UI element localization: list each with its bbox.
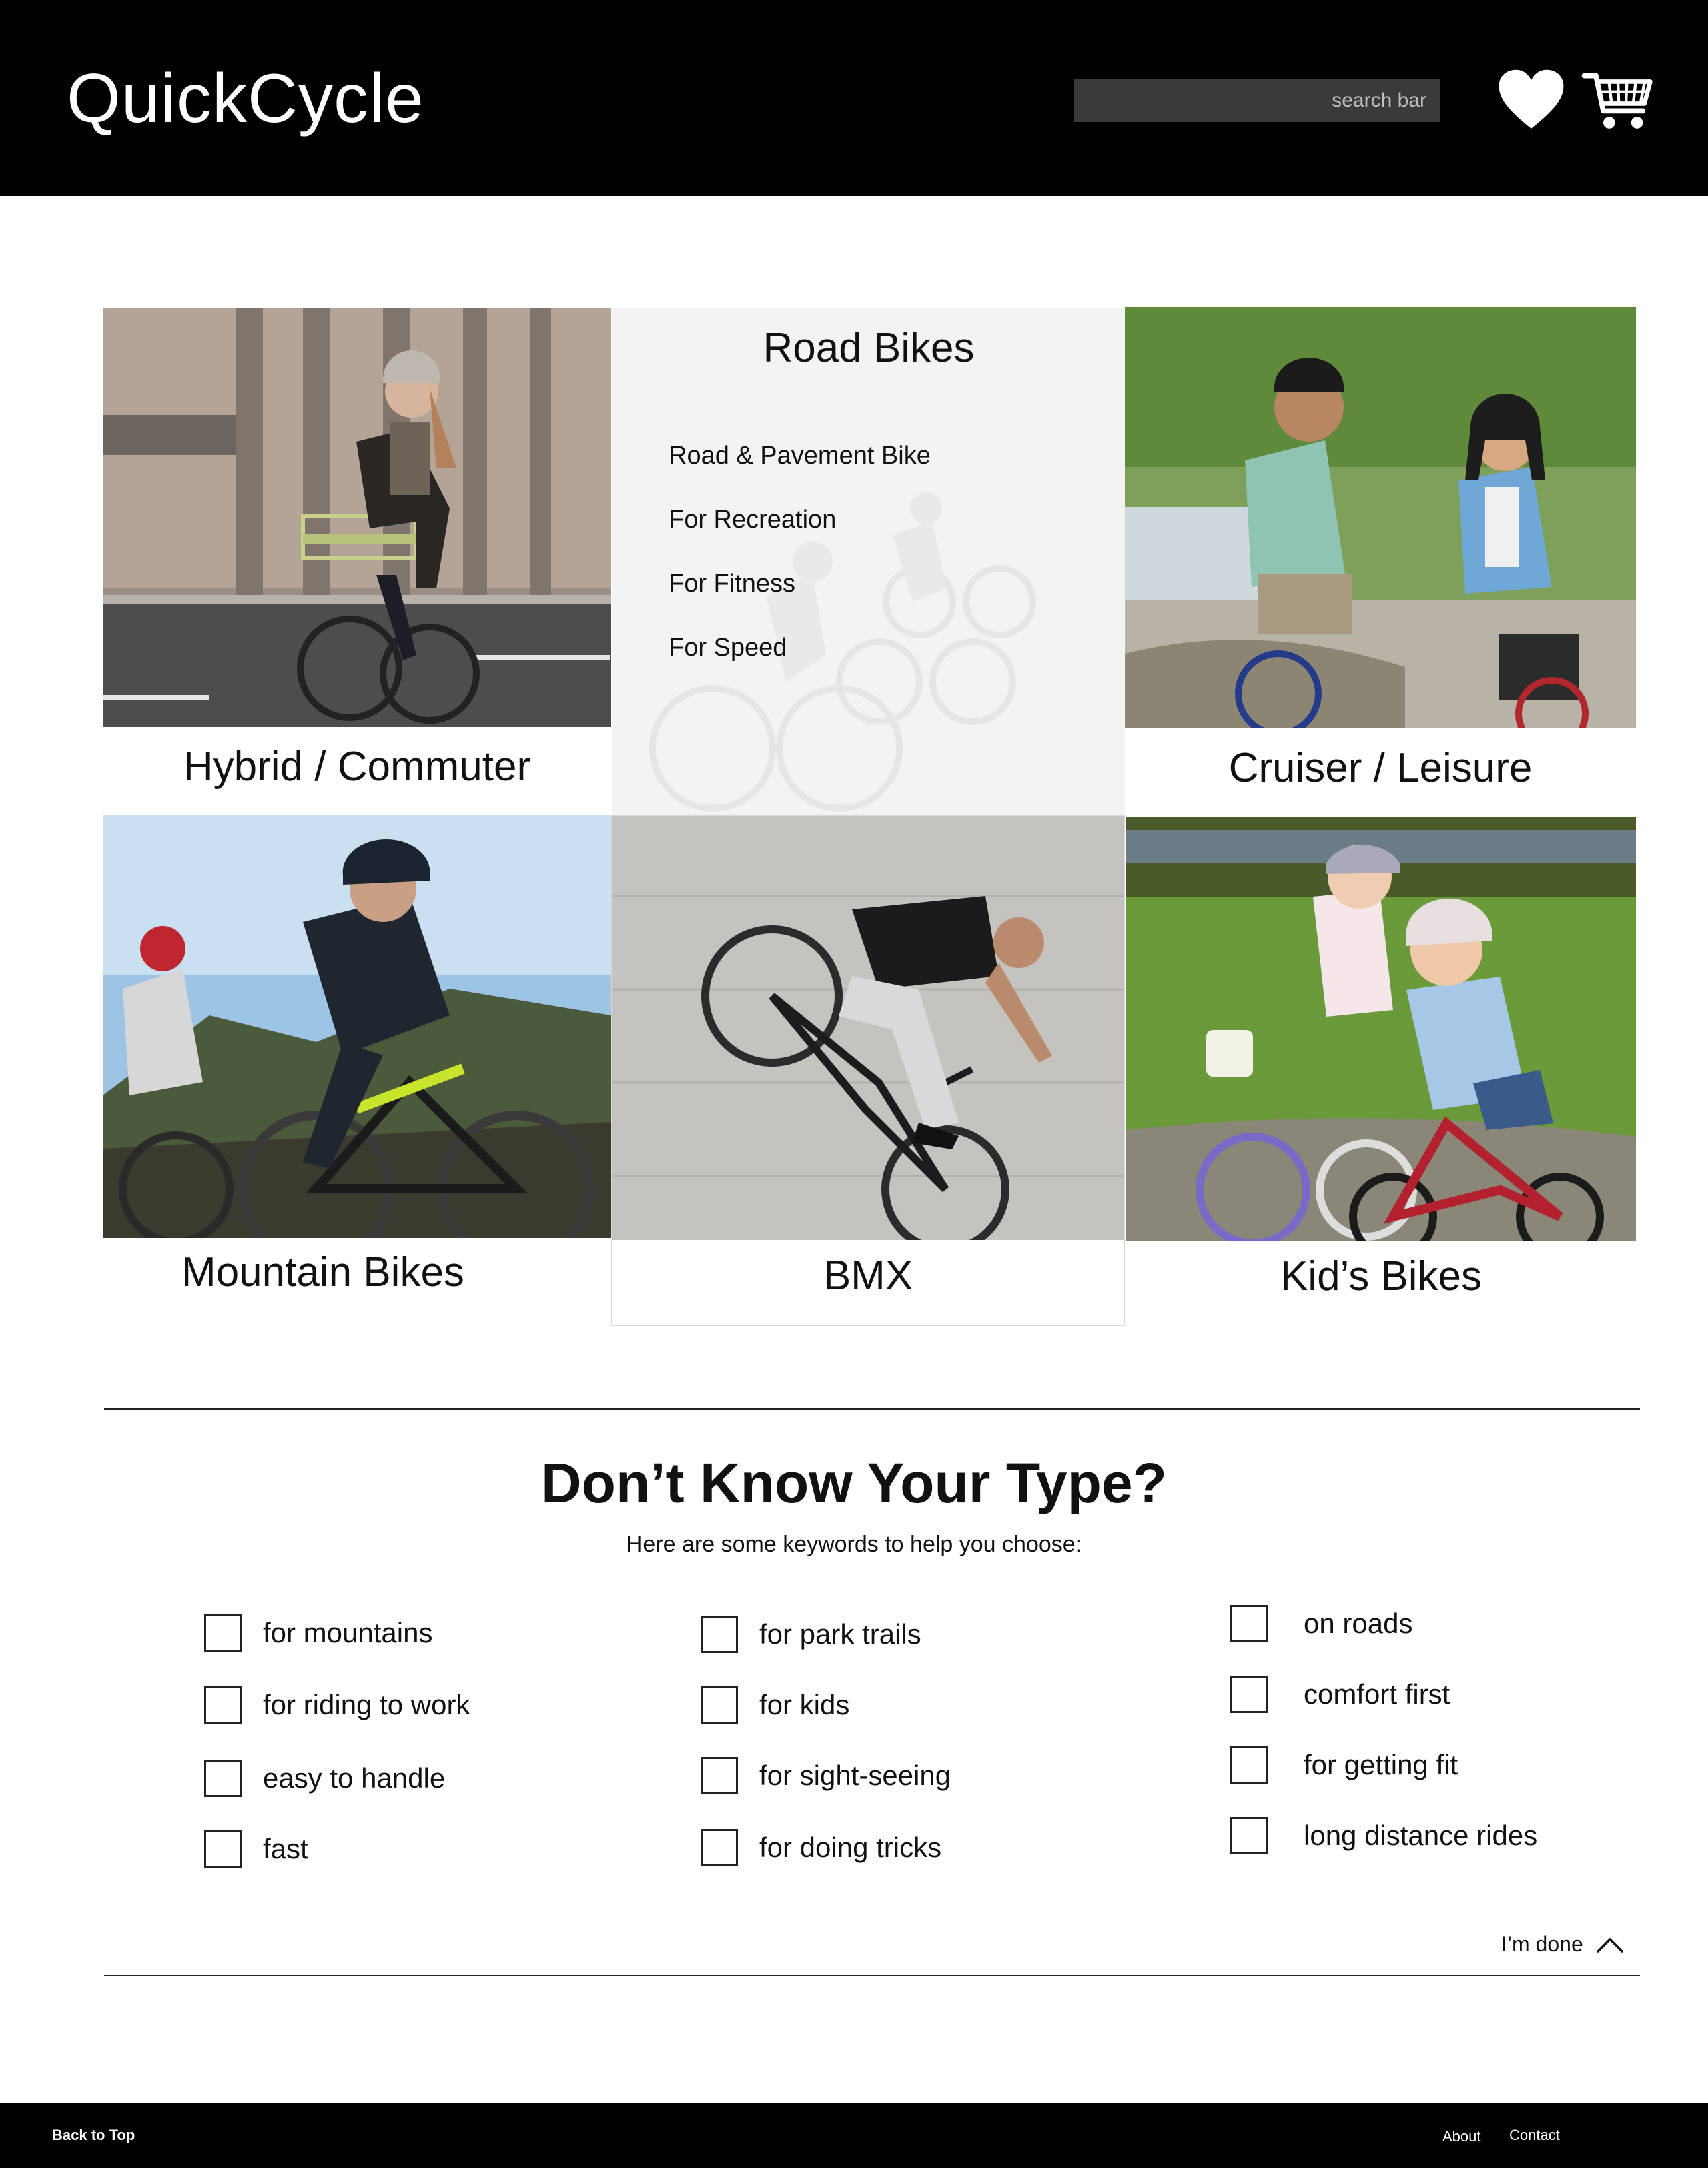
keyword-label: for mountains: [263, 1617, 433, 1648]
category-title: BMX: [823, 1253, 913, 1299]
shopping-cart-icon[interactable]: [1581, 64, 1655, 137]
road-bikes-background: [649, 492, 1036, 812]
quiz-title: Don’t Know Your Type?: [541, 1452, 1167, 1514]
keyword-label: comfort first: [1304, 1678, 1450, 1710]
checkbox[interactable]: [204, 1686, 242, 1724]
road-item-recreation[interactable]: For Recreation: [669, 506, 836, 534]
checkbox[interactable]: [204, 1614, 242, 1652]
category-title: Hybrid / Commuter: [183, 744, 531, 790]
site-footer: Back to Top About Contact: [0, 2103, 1708, 2168]
site-header: QuickCycle: [0, 0, 1708, 196]
checkbox[interactable]: [204, 1760, 242, 1797]
checkbox[interactable]: [701, 1829, 738, 1866]
category-hybrid-commuter[interactable]: Hybrid / Commuter: [103, 308, 611, 815]
keyword-checkbox[interactable]: comfort first: [1230, 1676, 1450, 1713]
checkbox[interactable]: [701, 1757, 738, 1794]
category-cruiser-leisure[interactable]: Cruiser / Leisure: [1125, 307, 1636, 815]
heart-icon[interactable]: [1494, 64, 1568, 137]
road-item-speed[interactable]: For Speed: [669, 634, 787, 662]
keyword-label: for doing tricks: [759, 1832, 942, 1863]
category-mountain-bikes[interactable]: Mountain Bikes: [103, 815, 611, 1326]
keyword-checkbox[interactable]: for getting fit: [1230, 1746, 1458, 1784]
keyword-checkbox[interactable]: on roads: [1230, 1605, 1412, 1642]
road-item-fitness[interactable]: For Fitness: [669, 570, 795, 598]
section-divider-bottom: [104, 1975, 1640, 1976]
category-kids-bikes[interactable]: Kid’s Bikes: [1126, 817, 1636, 1326]
hybrid-commuter-image: [103, 308, 611, 727]
keyword-label: fast: [263, 1833, 308, 1864]
keyword-checkbox[interactable]: for park trails: [701, 1616, 921, 1653]
keyword-checkbox[interactable]: for doing tricks: [701, 1829, 941, 1866]
keyword-checkbox[interactable]: for kids: [701, 1686, 849, 1724]
keyword-checkbox[interactable]: long distance rides: [1230, 1817, 1537, 1854]
road-bikes-title: Road Bikes: [763, 325, 975, 371]
section-divider-top: [104, 1408, 1640, 1410]
keyword-label: long distance rides: [1304, 1820, 1538, 1851]
road-item-road-pavement[interactable]: Road & Pavement Bike: [669, 442, 931, 470]
keyword-checkbox[interactable]: for mountains: [204, 1614, 432, 1652]
back-to-top-link[interactable]: Back to Top: [52, 2127, 135, 2144]
category-title: Kid’s Bikes: [1280, 1253, 1482, 1299]
site-logo[interactable]: QuickCycle: [67, 64, 424, 133]
keyword-label: for sight-seeing: [759, 1760, 951, 1791]
checkbox[interactable]: [1230, 1676, 1268, 1713]
cruiser-leisure-image: [1125, 307, 1636, 728]
checkbox[interactable]: [1230, 1817, 1268, 1854]
keyword-checkbox[interactable]: for sight-seeing: [701, 1757, 951, 1794]
checkbox[interactable]: [1230, 1605, 1268, 1642]
checkbox[interactable]: [204, 1830, 242, 1868]
category-title: Mountain Bikes: [181, 1249, 464, 1295]
keyword-checkbox[interactable]: for riding to work: [204, 1686, 470, 1724]
search-input[interactable]: [1074, 79, 1440, 122]
keyword-label: for riding to work: [263, 1689, 470, 1720]
mountain-bikes-image: [103, 815, 611, 1238]
category-bmx[interactable]: BMX: [611, 815, 1125, 1326]
keyword-label: for getting fit: [1304, 1749, 1458, 1780]
kids-bikes-image: [1126, 817, 1636, 1241]
chevron-up-icon: [1596, 1937, 1623, 1953]
keyword-label: easy to handle: [263, 1762, 446, 1794]
keyword-label: on roads: [1304, 1608, 1413, 1639]
keyword-checkbox[interactable]: fast: [204, 1830, 308, 1868]
checkbox[interactable]: [701, 1616, 738, 1653]
bmx-image: [612, 816, 1124, 1240]
quiz-subtitle: Here are some keywords to help you choos…: [626, 1532, 1082, 1557]
keyword-label: for kids: [759, 1689, 850, 1720]
category-road-bikes[interactable]: Road Bikes Road & Pavement Bike For Recr…: [612, 308, 1125, 815]
about-link[interactable]: About: [1442, 2128, 1481, 2145]
done-button[interactable]: I’m done: [1501, 1932, 1625, 1957]
checkbox[interactable]: [701, 1686, 738, 1724]
keyword-checkbox[interactable]: easy to handle: [204, 1760, 445, 1797]
done-label: I’m done: [1501, 1932, 1583, 1956]
checkbox[interactable]: [1230, 1746, 1268, 1784]
contact-link[interactable]: Contact: [1509, 2127, 1560, 2144]
keyword-label: for park trails: [759, 1618, 921, 1650]
category-title: Cruiser / Leisure: [1228, 745, 1533, 791]
